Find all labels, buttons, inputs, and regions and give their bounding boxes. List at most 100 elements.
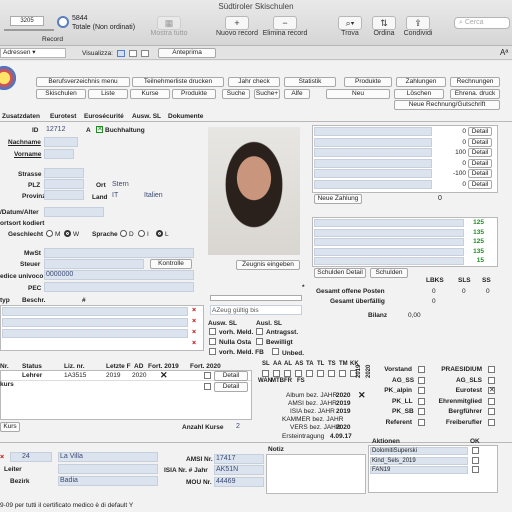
sl-checkbox[interactable] [295, 370, 302, 377]
sort-button[interactable]: ⇅ Ordina [368, 16, 400, 37]
flag-ag_ss-checkbox[interactable] [418, 376, 425, 384]
sl-checkbox[interactable] [273, 370, 280, 377]
nav-teilnehmerliste[interactable]: Teilnehmerliste drucken [132, 77, 224, 87]
debt-detail-button[interactable]: Schulden Detail [314, 268, 366, 278]
payment-row-bar[interactable] [314, 148, 432, 157]
vorh-meld-fb-checkbox[interactable] [209, 348, 216, 355]
birth-field[interactable] [44, 207, 104, 217]
payment-detail-button[interactable]: Detail [468, 179, 492, 189]
payment-row-bar[interactable] [314, 179, 432, 189]
city-value[interactable]: Stern [112, 181, 129, 188]
gender-m-radio[interactable] [46, 230, 53, 237]
payment-detail-button[interactable]: Detail [468, 127, 492, 136]
record-slider[interactable] [4, 29, 54, 31]
payment-detail-button[interactable]: Detail [468, 148, 492, 157]
contact-row[interactable] [2, 307, 188, 316]
school-number-field[interactable] [10, 452, 52, 462]
delete-icon[interactable]: × [192, 340, 196, 347]
payment-row-bar[interactable] [314, 169, 432, 178]
payment-detail-button[interactable]: Detail [468, 137, 492, 147]
sl-checkbox[interactable] [339, 370, 346, 377]
layout-select[interactable]: Adressen ▾ [0, 48, 66, 58]
show-all-button[interactable]: ▦ Mostra tutto [144, 16, 194, 37]
sl-checkbox[interactable] [317, 370, 324, 377]
nav-loeschen[interactable]: Löschen [394, 89, 444, 99]
action-item[interactable]: DolomitiSuperski [370, 447, 468, 455]
control-button[interactable]: Kontrolle [150, 259, 192, 269]
debt-row-bar[interactable] [314, 238, 464, 246]
validity-slider[interactable] [210, 295, 302, 301]
nav-liste[interactable]: Liste [88, 89, 128, 99]
sl-checkbox[interactable] [284, 370, 291, 377]
action-ok-checkbox[interactable] [472, 466, 479, 473]
view-form-icon[interactable] [117, 50, 125, 57]
search-input[interactable]: ⌕ Cerca [454, 17, 510, 29]
lang-l-radio[interactable] [156, 230, 163, 237]
record-number-field[interactable]: 3205 [10, 16, 44, 26]
nav-rechnungen[interactable]: Rechnungen [450, 77, 500, 87]
payment-row-bar[interactable] [314, 127, 432, 136]
lang-i-radio[interactable] [138, 230, 145, 237]
delete-icon[interactable]: × [192, 307, 196, 314]
share-button[interactable]: ⇪ Condividi [402, 16, 434, 37]
view-table-icon[interactable] [141, 50, 149, 57]
leader-field[interactable] [58, 464, 158, 474]
nav-berufsverzeichnis[interactable]: Berufsverzeichnis menu [36, 77, 130, 87]
flag-referent-checkbox[interactable] [418, 418, 425, 426]
course-check[interactable] [204, 383, 211, 390]
course-detail-button-2[interactable]: Detail [214, 382, 248, 392]
pec-field[interactable] [44, 282, 194, 292]
course-detail-button[interactable]: Detail [214, 371, 248, 381]
flag-pk_ll-checkbox[interactable] [418, 397, 425, 405]
tax-field[interactable] [44, 259, 144, 269]
view-list-icon[interactable] [129, 50, 137, 57]
contact-row[interactable] [2, 329, 188, 338]
action-ok-checkbox[interactable] [472, 447, 479, 454]
vat-field[interactable] [44, 248, 194, 258]
nav-neu[interactable]: Neu [326, 89, 390, 99]
firstname-field[interactable] [44, 149, 74, 159]
nav-skischulen[interactable]: Skischulen [36, 89, 86, 99]
nav-jahr-check[interactable]: Jahr check [228, 77, 280, 87]
preview-button[interactable]: Anteprima [158, 48, 216, 58]
street-field[interactable] [44, 168, 84, 178]
delete-record-button[interactable]: − Elimina record [258, 16, 312, 37]
nav-suche-plus[interactable]: Suche+ [254, 89, 280, 99]
vorh-meld-checkbox[interactable] [209, 328, 216, 335]
certify-button[interactable]: Zeugnis eingeben [236, 260, 300, 270]
flag-eurotest-checkbox[interactable]: ✕ [488, 387, 495, 394]
tab-eurotest[interactable]: Eurotest [50, 113, 76, 120]
gender-w-radio[interactable] [64, 230, 71, 237]
flag-ag_sls-checkbox[interactable] [488, 376, 495, 384]
accounting-checkbox[interactable]: ✕ [96, 126, 103, 133]
nav-suche[interactable]: Suche [222, 89, 250, 99]
font-size-icon[interactable]: Aª [500, 48, 508, 57]
nav-ehrena-druck[interactable]: Ehrena. druck [450, 89, 500, 99]
action-item[interactable]: Kind_Sels_2019 [370, 456, 468, 465]
course-button[interactable]: Kurs [0, 422, 20, 432]
debt-row-bar[interactable] [314, 257, 464, 265]
flag-praesidium-checkbox[interactable] [488, 366, 495, 373]
action-ok-checkbox[interactable] [472, 456, 479, 464]
flag-bergfuehrer-checkbox[interactable] [488, 408, 495, 415]
delete-icon[interactable]: × [192, 318, 196, 325]
contact-row[interactable] [2, 318, 188, 327]
delete-icon[interactable]: × [192, 329, 196, 336]
flag-freiberufler-checkbox[interactable] [488, 418, 495, 426]
find-button[interactable]: ⌕▾ Trova [334, 16, 366, 37]
nav-produkte-2[interactable]: Produkte [172, 89, 216, 99]
notes-field[interactable] [266, 454, 366, 494]
nav-kurse[interactable]: Kurse [130, 89, 170, 99]
unbed-checkbox[interactable] [272, 348, 279, 355]
flag-pk_alpin-checkbox[interactable] [418, 387, 425, 394]
new-payment-button[interactable]: Neue Zahlung [314, 194, 362, 204]
nulla-osta-checkbox[interactable] [209, 338, 216, 345]
flag-vorstand-checkbox[interactable] [418, 366, 425, 373]
zip-field[interactable] [44, 179, 84, 189]
course-fort20-checkbox[interactable] [204, 372, 211, 379]
debt-row-bar[interactable] [314, 228, 464, 237]
tab-eurosecurite[interactable]: Eurosécurité [84, 113, 124, 120]
new-record-button[interactable]: + Nuovo record [212, 16, 262, 37]
debt-row-bar[interactable] [314, 247, 464, 256]
new-invoice-button[interactable]: Neue Rechnung/Gutschrift [394, 100, 500, 110]
